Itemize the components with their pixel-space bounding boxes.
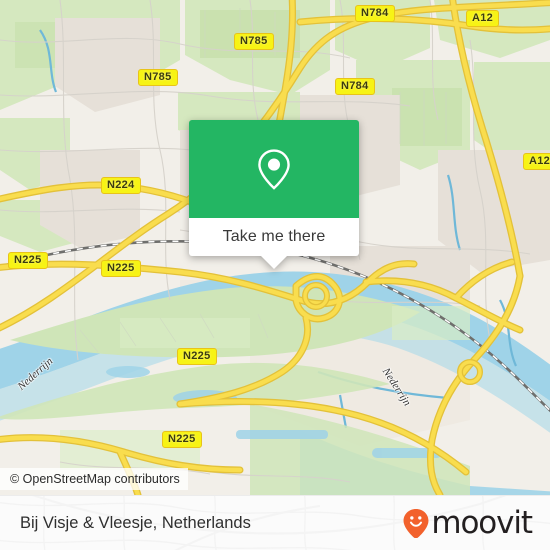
moovit-wordmark: moovit <box>431 505 533 541</box>
place-title: Bij Visje & Vleesje, Netherlands <box>20 513 251 532</box>
road-shield: N225 <box>162 431 202 448</box>
map-canvas[interactable]: N784 A12 N785 N785 N784 A12 N224 N225 N2… <box>0 0 550 495</box>
road-shield: N224 <box>101 177 141 194</box>
road-shield: A12 <box>523 153 550 170</box>
take-me-there-label: Take me there <box>222 228 326 245</box>
moovit-smiley-pin-icon <box>403 509 429 538</box>
map-pin-icon <box>258 149 290 190</box>
moovit-logo[interactable]: moovit <box>402 505 533 541</box>
osm-attribution[interactable]: © OpenStreetMap contributors <box>0 468 188 490</box>
road-shield: N784 <box>355 5 395 22</box>
footer-bar: Bij Visje & Vleesje, Netherlands moovit <box>0 495 550 550</box>
road-shield: N785 <box>234 33 274 50</box>
road-shield: N785 <box>138 69 178 86</box>
road-shield: N784 <box>335 78 375 95</box>
popup-action-bar[interactable]: Take me there <box>189 218 359 269</box>
popup-icon-panel <box>189 120 359 218</box>
road-shield: N225 <box>101 260 141 277</box>
road-shield: A12 <box>466 10 500 27</box>
destination-popup-card[interactable]: Take me there <box>189 120 359 269</box>
road-shield: N225 <box>8 252 48 269</box>
moovit-map-screenshot: N784 A12 N785 N785 N784 A12 N224 N225 N2… <box>0 0 550 550</box>
road-shield: N225 <box>177 348 217 365</box>
popup-pointer-tail <box>261 256 287 269</box>
osm-attribution-text: © OpenStreetMap contributors <box>10 472 180 486</box>
